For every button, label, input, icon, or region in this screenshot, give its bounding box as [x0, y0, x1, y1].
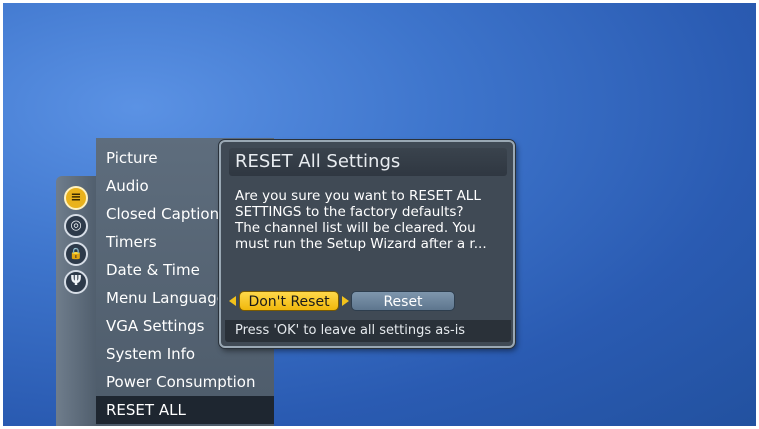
dialog-message-warning: The channel list will be cleared. You mu… [235, 220, 487, 252]
dialog-message: Are you sure you want to RESET ALL SETTI… [235, 188, 505, 252]
menu-item-reset-all[interactable]: RESET ALL [96, 396, 274, 424]
lock-icon[interactable]: 🔒 [64, 242, 88, 266]
antenna-icon[interactable]: Ψ [64, 270, 88, 294]
settings-sliders-icon[interactable]: ≡ [64, 186, 88, 210]
reset-button[interactable]: Reset [351, 291, 455, 311]
right-arrow-icon [342, 296, 349, 306]
reset-confirm-dialog: RESET All Settings Are you sure you want… [219, 140, 515, 348]
menu-item-power-consumption[interactable]: Power Consumption [106, 368, 274, 396]
dialog-message-confirm: Are you sure you want to RESET ALL SETTI… [235, 188, 481, 220]
dialog-footer-hint: Press 'OK' to leave all settings as-is [225, 320, 511, 342]
dont-reset-button[interactable]: Don't Reset [239, 291, 339, 311]
broadcast-signal-icon[interactable]: ◎ [64, 214, 88, 238]
dialog-title: RESET All Settings [229, 148, 507, 176]
category-icon-rail: ≡ ◎ 🔒 Ψ [56, 176, 98, 429]
left-arrow-icon [229, 296, 236, 306]
